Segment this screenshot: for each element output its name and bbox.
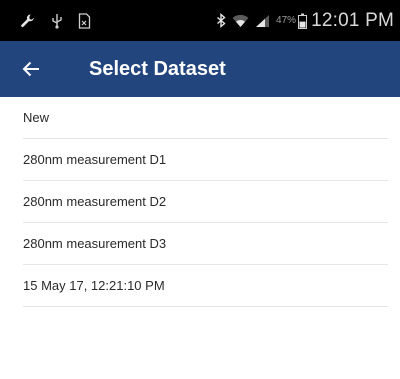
wifi-icon — [232, 14, 249, 28]
dataset-label: 280nm measurement D2 — [23, 194, 167, 209]
wrench-icon — [20, 13, 36, 29]
page-title: Select Dataset — [89, 57, 226, 80]
back-button[interactable] — [0, 41, 64, 97]
status-time: 12:01 PM — [311, 9, 394, 31]
dataset-item-d2[interactable]: 280nm measurement D2 — [23, 181, 388, 223]
battery-icon — [298, 13, 308, 29]
app-bar: Select Dataset — [0, 41, 400, 97]
dataset-label: 280nm measurement D1 — [23, 152, 167, 167]
arrow-left-icon — [22, 61, 40, 77]
dataset-label: New — [23, 110, 50, 125]
status-left-group — [20, 12, 106, 29]
dataset-item-timestamp[interactable]: 15 May 17, 12:21:10 PM — [23, 265, 388, 307]
dataset-item-d3[interactable]: 280nm measurement D3 — [23, 223, 388, 265]
usb-icon — [51, 13, 63, 29]
dataset-label: 280nm measurement D3 — [23, 236, 167, 251]
dataset-label: 15 May 17, 12:21:10 PM — [23, 278, 165, 293]
dataset-list: New 280nm measurement D1 280nm measureme… — [0, 97, 400, 307]
signal-icon — [255, 14, 270, 28]
bluetooth-icon — [216, 12, 226, 29]
battery-percent: 47% — [276, 15, 297, 26]
dataset-item-d1[interactable]: 280nm measurement D1 — [23, 139, 388, 181]
status-bar: 47% 12:01 PM — [0, 0, 400, 41]
dataset-item-new[interactable]: New — [23, 97, 388, 139]
file-icon — [78, 12, 91, 29]
status-right-group: 47% 12:01 PM — [210, 10, 394, 32]
